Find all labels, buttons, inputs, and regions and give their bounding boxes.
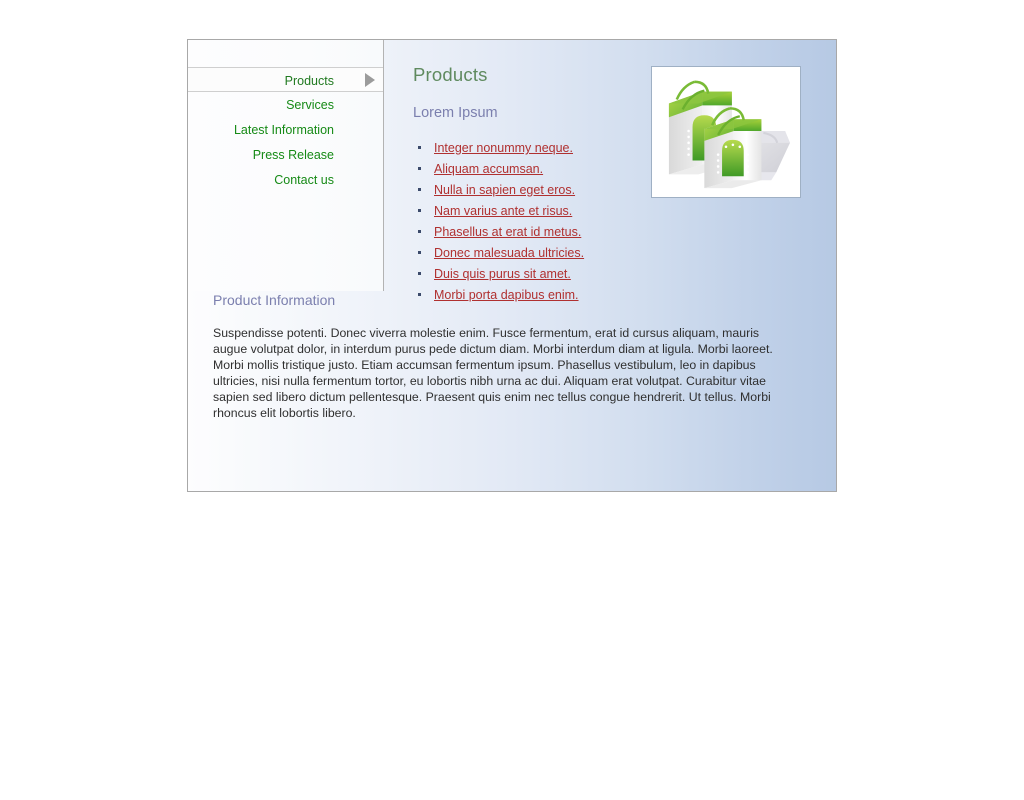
list-item[interactable]: Nam varius ante et risus. [418, 200, 823, 221]
product-information-section: Product Information Suspendisse potenti.… [213, 292, 813, 421]
sidebar-item-services[interactable]: Services [188, 92, 383, 117]
product-link[interactable]: Nulla in sapien eget eros. [434, 183, 575, 197]
sidebar-item-label[interactable]: Latest Information [234, 123, 334, 137]
product-link[interactable]: Duis quis purus sit amet. [434, 267, 571, 281]
sidebar-item-label[interactable]: Services [286, 98, 334, 112]
list-item[interactable]: Phasellus at erat id metus. [418, 221, 823, 242]
sidebar-menu: Products Services Latest Information Pre… [188, 67, 383, 192]
product-link[interactable]: Integer nonummy neque. [434, 141, 573, 155]
section-paragraph: Suspendisse potenti. Donec viverra moles… [213, 326, 773, 420]
sidebar-item-label[interactable]: Products [285, 74, 334, 88]
list-item[interactable]: Donec malesuada ultricies. [418, 242, 823, 263]
sidebar: Products Services Latest Information Pre… [188, 40, 384, 291]
sidebar-item-latest-information[interactable]: Latest Information [188, 117, 383, 142]
triangle-right-icon [365, 72, 375, 87]
product-image-frame [651, 66, 801, 198]
sidebar-item-products[interactable]: Products [188, 67, 383, 92]
sidebar-item-press-release[interactable]: Press Release [188, 142, 383, 167]
shopping-bags-illustration [655, 70, 797, 194]
product-link[interactable]: Aliquam accumsan. [434, 162, 543, 176]
product-link[interactable]: Donec malesuada ultricies. [434, 246, 584, 260]
sidebar-item-label[interactable]: Press Release [253, 148, 334, 162]
sidebar-item-label[interactable]: Contact us [274, 173, 334, 187]
page-frame: Products Services Latest Information Pre… [187, 39, 837, 492]
product-link[interactable]: Nam varius ante et risus. [434, 204, 572, 218]
product-link[interactable]: Phasellus at erat id metus. [434, 225, 581, 239]
sidebar-item-contact-us[interactable]: Contact us [188, 167, 383, 192]
list-item[interactable]: Duis quis purus sit amet. [418, 263, 823, 284]
section-title: Product Information [213, 292, 336, 308]
